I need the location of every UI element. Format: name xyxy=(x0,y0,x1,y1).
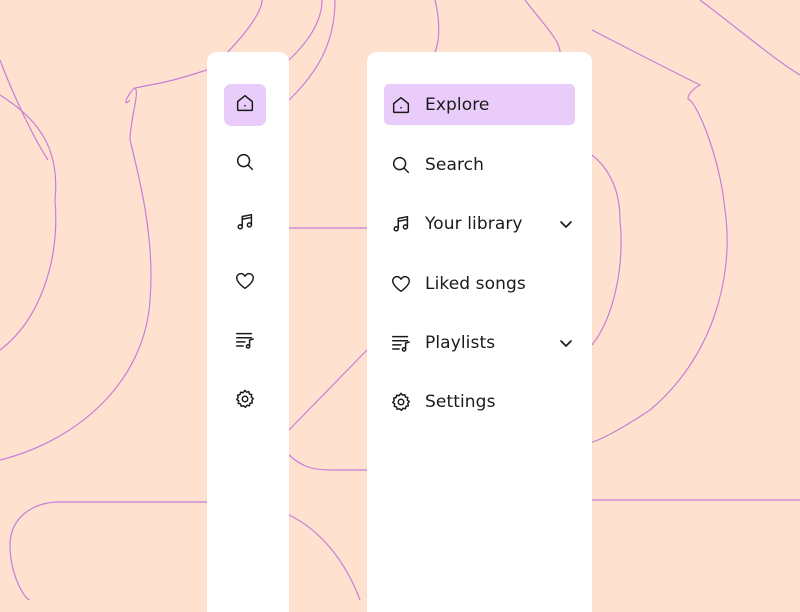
home-icon xyxy=(234,92,256,118)
sidebar-item-explore[interactable]: Explore xyxy=(384,84,575,125)
heart-icon xyxy=(390,273,412,295)
sidebar-item-label: Your library xyxy=(425,213,523,234)
library-button[interactable] xyxy=(224,203,266,245)
sidebar-item-settings[interactable]: Settings xyxy=(384,381,575,422)
music-note-icon xyxy=(390,213,412,235)
expanded-sidebar: Explore Search Your library Liked songs … xyxy=(367,52,592,612)
home-icon xyxy=(390,94,412,116)
sidebar-item-your-library[interactable]: Your library xyxy=(384,203,575,244)
home-button[interactable] xyxy=(224,84,266,126)
chevron-down-icon[interactable] xyxy=(557,215,575,233)
sidebar-item-label: Explore xyxy=(425,94,490,115)
sidebar-item-label: Liked songs xyxy=(425,273,526,294)
search-icon xyxy=(234,151,256,177)
search-button[interactable] xyxy=(224,143,266,185)
gear-icon xyxy=(390,391,412,413)
sidebar-item-label: Playlists xyxy=(425,332,496,353)
sidebar-item-search[interactable]: Search xyxy=(384,144,575,185)
gear-icon xyxy=(234,388,256,414)
chevron-down-icon[interactable] xyxy=(557,334,575,352)
playlist-icon xyxy=(390,332,412,354)
playlists-button[interactable] xyxy=(224,321,266,363)
collapsed-sidebar xyxy=(207,52,289,612)
search-icon xyxy=(390,154,412,176)
sidebar-item-liked-songs[interactable]: Liked songs xyxy=(384,263,575,304)
sidebar-item-playlists[interactable]: Playlists xyxy=(384,322,575,363)
liked-button[interactable] xyxy=(224,262,266,304)
sidebar-item-label: Settings xyxy=(425,391,496,412)
heart-icon xyxy=(234,270,256,296)
settings-button[interactable] xyxy=(224,380,266,422)
sidebar-item-label: Search xyxy=(425,154,485,175)
music-note-icon xyxy=(234,211,256,237)
playlist-icon xyxy=(234,329,256,355)
